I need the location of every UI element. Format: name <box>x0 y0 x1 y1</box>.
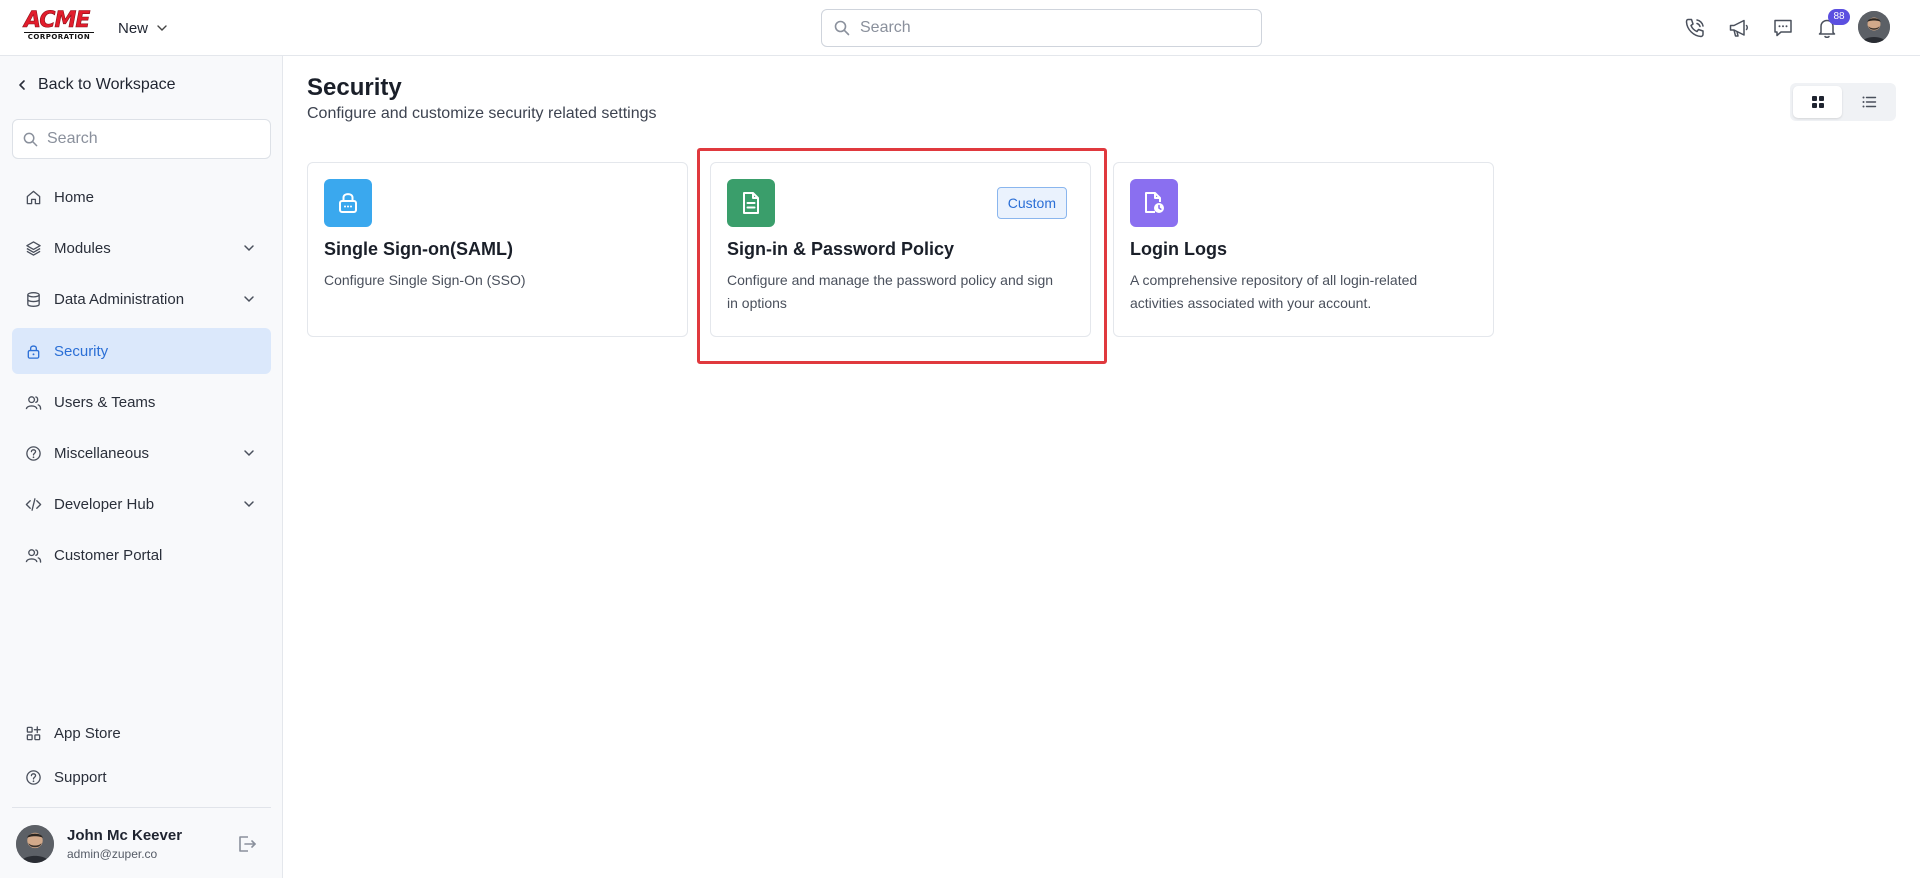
card-title: Single Sign-on(SAML) <box>324 239 513 259</box>
sidebar-item-label: App Store <box>54 724 121 742</box>
avatar-image <box>1858 11 1890 43</box>
apps-icon <box>26 725 41 740</box>
chat-button[interactable] <box>1768 13 1798 43</box>
back-to-workspace-link[interactable]: Back to Workspace <box>16 76 176 94</box>
sidebar-item-home[interactable]: Home <box>12 174 271 220</box>
sidebar-search-input[interactable] <box>47 130 257 148</box>
back-to-workspace-label: Back to Workspace <box>38 76 176 93</box>
header-actions: 88 <box>1680 9 1856 43</box>
code-icon <box>25 497 42 511</box>
sidebar-item-label: Customer Portal <box>54 546 163 564</box>
card-description: Configure Single Sign-On (SSO) <box>324 272 526 288</box>
sidebar-item-security[interactable]: Security <box>12 328 271 374</box>
card-icon-tile <box>727 179 775 227</box>
search-icon <box>23 132 38 146</box>
document-icon <box>743 192 759 214</box>
lock-icon <box>339 193 357 213</box>
page-subtitle: Configure and customize security related… <box>307 105 657 122</box>
sidebar-item-label: Modules <box>54 239 111 257</box>
sidebar-divider <box>12 807 271 808</box>
lock-icon <box>27 344 40 359</box>
search-icon <box>834 20 850 36</box>
top-bar: ACME CORPORATION New 88 <box>0 0 1920 56</box>
chevron-down-icon[interactable] <box>243 293 255 305</box>
sidebar-item-label: Miscellaneous <box>54 444 150 462</box>
user-email: admin@zuper.co <box>67 847 158 861</box>
notification-badge: 88 <box>1828 9 1850 25</box>
card-icon-tile <box>1130 179 1178 227</box>
chevron-down-icon[interactable] <box>243 498 255 510</box>
notifications-button[interactable]: 88 <box>1812 9 1850 43</box>
card-description: A comprehensive repository of all login-… <box>1130 272 1418 311</box>
chevron-down-icon[interactable] <box>243 242 255 254</box>
custom-tag: Custom <box>996 187 1067 219</box>
logo-subtext: CORPORATION <box>24 32 94 42</box>
sidebar-item-label: Users & Teams <box>54 393 156 411</box>
chat-icon <box>1774 19 1792 37</box>
phone-icon <box>1685 18 1704 38</box>
user-name: John Mc Keever <box>67 827 183 844</box>
chevron-down-icon <box>157 25 167 31</box>
users-icon <box>25 548 42 563</box>
sidebar-item-label: Home <box>54 188 95 206</box>
list-icon <box>1862 96 1876 108</box>
layers-icon <box>26 240 41 256</box>
sidebar-item-developer-hub[interactable]: Developer Hub <box>12 481 271 527</box>
users-icon <box>25 395 42 410</box>
page-title: Security <box>307 74 402 101</box>
sidebar-item-label: Developer Hub <box>54 495 155 513</box>
global-search-input[interactable] <box>860 19 1240 37</box>
view-toggle <box>1790 83 1896 121</box>
sidebar-item-modules[interactable]: Modules <box>12 225 271 271</box>
profile-avatar[interactable] <box>1858 11 1890 43</box>
announcements-button[interactable] <box>1724 13 1754 43</box>
help-circle-icon <box>26 769 41 785</box>
new-button[interactable]: New <box>118 17 168 39</box>
new-button-label: New <box>118 19 149 37</box>
file-clock-icon <box>1145 192 1164 213</box>
sidebar: Back to Workspace Home Modules Data Admi… <box>0 56 283 878</box>
chevron-down-icon[interactable] <box>243 447 255 459</box>
grid-icon <box>1811 96 1824 108</box>
acme-logo[interactable]: ACME CORPORATION <box>24 8 96 42</box>
sidebar-item-users-teams[interactable]: Users & Teams <box>12 379 271 425</box>
database-icon <box>27 291 40 307</box>
card-login-logs[interactable]: Login Logs A comprehensive repository of… <box>1113 162 1494 337</box>
home-icon <box>26 190 41 204</box>
sidebar-item-label: Data Administration <box>54 290 185 308</box>
avatar[interactable] <box>16 825 54 863</box>
sidebar-search[interactable] <box>12 119 271 159</box>
megaphone-icon <box>1729 19 1748 37</box>
card-title: Login Logs <box>1130 239 1227 259</box>
list-view-button[interactable] <box>1844 86 1893 118</box>
chevron-left-icon <box>19 80 25 90</box>
logout-icon[interactable] <box>236 833 258 855</box>
sidebar-item-data-administration[interactable]: Data Administration <box>12 276 271 322</box>
help-circle-icon <box>26 445 41 461</box>
card-icon-tile <box>324 179 372 227</box>
sidebar-item-app-store[interactable]: App Store <box>12 710 271 756</box>
global-search[interactable] <box>821 9 1262 47</box>
user-profile: John Mc Keever admin@zuper.co <box>16 825 271 867</box>
avatar-image <box>16 825 54 863</box>
card-sign-in-password-policy[interactable]: Custom Sign-in & Password Policy Configu… <box>710 162 1091 337</box>
card-single-sign-on[interactable]: Single Sign-on(SAML) Configure Single Si… <box>307 162 688 337</box>
sidebar-item-miscellaneous[interactable]: Miscellaneous <box>12 430 271 476</box>
sidebar-item-customer-portal[interactable]: Customer Portal <box>12 532 271 578</box>
sidebar-item-label: Security <box>54 342 109 360</box>
sidebar-item-support[interactable]: Support <box>12 754 271 800</box>
grid-view-button[interactable] <box>1793 86 1842 118</box>
phone-button[interactable] <box>1680 13 1710 43</box>
card-description: Configure and manage the password policy… <box>727 272 1054 311</box>
sidebar-item-label: Support <box>54 768 107 786</box>
card-title: Sign-in & Password Policy <box>727 239 955 259</box>
logo-text: ACME <box>24 8 91 33</box>
